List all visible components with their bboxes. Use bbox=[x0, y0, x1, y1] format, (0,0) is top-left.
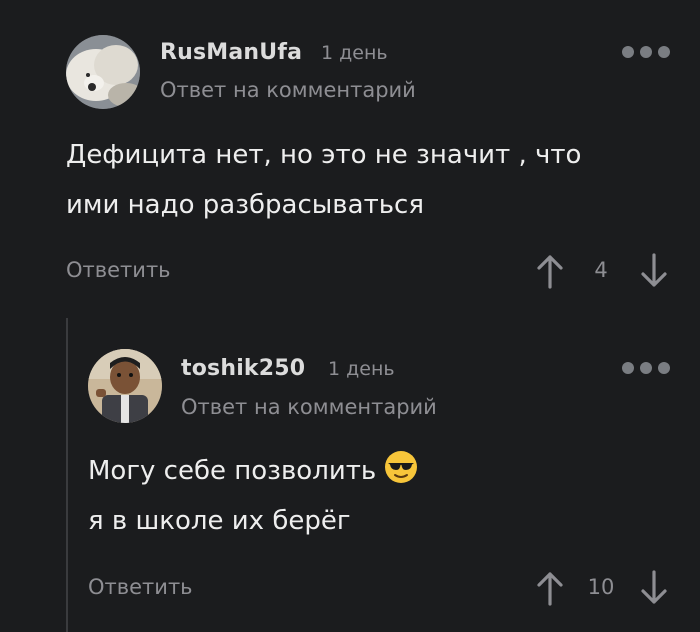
avatar[interactable] bbox=[66, 35, 140, 109]
dot-icon bbox=[640, 46, 652, 58]
dot-icon bbox=[640, 362, 652, 374]
comment-line: Могу себе позволить bbox=[88, 446, 418, 496]
sunglasses-emoji-icon bbox=[385, 451, 418, 483]
reply-button[interactable]: Ответить bbox=[88, 575, 193, 599]
comment-text: Дефицита нет, но это не значит , что ими… bbox=[66, 130, 581, 230]
vote-score: 4 bbox=[594, 258, 608, 282]
boy-in-uniform-avatar-icon bbox=[88, 349, 162, 423]
reply-to-link[interactable]: Ответ на комментарий bbox=[181, 395, 437, 419]
avatar[interactable] bbox=[88, 349, 162, 423]
polar-bear-cub-avatar-icon bbox=[66, 35, 140, 109]
timestamp: 1 день bbox=[321, 42, 388, 64]
more-options-button[interactable] bbox=[622, 360, 670, 376]
dot-icon bbox=[658, 46, 670, 58]
username[interactable]: RusManUfa bbox=[160, 40, 302, 65]
thread-line bbox=[66, 318, 68, 632]
reply-to-link[interactable]: Ответ на комментарий bbox=[160, 78, 416, 102]
username[interactable]: toshik250 bbox=[181, 356, 305, 381]
timestamp: 1 день bbox=[328, 358, 395, 380]
dot-icon bbox=[622, 46, 634, 58]
comment-line: я в школе их берёг bbox=[88, 506, 351, 536]
comment-line: Дефицита нет, но это не значит , что bbox=[66, 140, 582, 170]
comment-text: Могу себе позволить я в школе их берёг bbox=[88, 446, 418, 546]
dot-icon bbox=[658, 362, 670, 374]
upvote-arrow-icon[interactable] bbox=[536, 570, 564, 606]
downvote-arrow-icon[interactable] bbox=[640, 570, 668, 606]
dot-icon bbox=[622, 362, 634, 374]
downvote-arrow-icon[interactable] bbox=[640, 253, 668, 289]
upvote-arrow-icon[interactable] bbox=[536, 253, 564, 289]
more-options-button[interactable] bbox=[622, 44, 670, 60]
reply-button[interactable]: Ответить bbox=[66, 258, 171, 282]
comment-line: ими надо разбрасываться bbox=[66, 190, 424, 220]
vote-score: 10 bbox=[587, 575, 615, 599]
